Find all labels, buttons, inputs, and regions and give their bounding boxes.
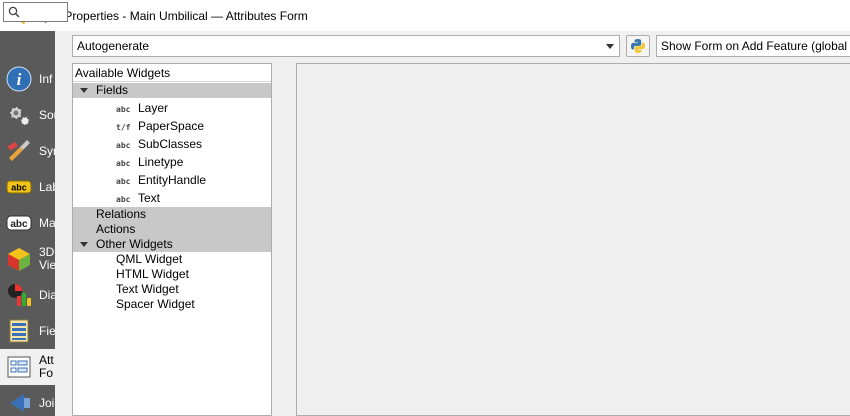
field-label: SubClasses bbox=[138, 137, 203, 151]
form-preview-area bbox=[296, 63, 850, 416]
expand-arrow-icon[interactable] bbox=[80, 88, 88, 93]
masks-icon: abc bbox=[6, 210, 32, 236]
field-item[interactable]: abc Layer bbox=[73, 101, 271, 116]
sidebar-item-label: Joi bbox=[39, 395, 55, 410]
form-layout-value: Autogenerate bbox=[77, 39, 150, 53]
string-type-icon: abc bbox=[116, 195, 131, 204]
widget-label: Text Widget bbox=[116, 282, 179, 296]
attributes-form-icon bbox=[6, 354, 32, 380]
sidebar-item-label: Att Fo bbox=[39, 353, 54, 380]
svg-text:abc: abc bbox=[10, 219, 28, 230]
group-label: Actions bbox=[96, 222, 136, 236]
properties-sidebar: i Inf Sou Sym abc Lab abc Ma 3D Vie bbox=[0, 31, 55, 416]
sidebar-item-information[interactable]: i Inf bbox=[0, 61, 55, 97]
field-label: Linetype bbox=[138, 155, 184, 169]
available-widgets-tree[interactable]: Available Widgets Fields abc Layer t/f P… bbox=[72, 63, 272, 416]
symbology-brush-icon bbox=[6, 138, 32, 164]
widget-item-spacer[interactable]: Spacer Widget bbox=[73, 297, 271, 312]
sidebar-item-label: Sym bbox=[39, 143, 55, 158]
sidebar-item-label: Sou bbox=[39, 107, 55, 122]
string-type-icon: abc bbox=[116, 159, 131, 168]
tree-group-actions[interactable]: Actions bbox=[73, 222, 271, 237]
3d-view-cube-icon bbox=[6, 246, 32, 272]
sidebar-item-label: Fie bbox=[39, 323, 55, 338]
field-label: EntityHandle bbox=[138, 173, 207, 187]
field-label: PaperSpace bbox=[138, 119, 205, 133]
sidebar-item-attributes-form[interactable]: Att Fo bbox=[0, 349, 55, 385]
sidebar-item-fields[interactable]: Fie bbox=[0, 313, 55, 349]
group-label: Relations bbox=[96, 207, 147, 221]
joins-icon bbox=[6, 390, 32, 416]
field-item[interactable]: abc SubClasses bbox=[73, 137, 271, 152]
string-type-icon: abc bbox=[116, 141, 131, 150]
tree-header: Available Widgets bbox=[73, 64, 271, 82]
widget-item-qml[interactable]: QML Widget bbox=[73, 252, 271, 267]
svg-text:i: i bbox=[17, 70, 22, 89]
title-bar: Layer Properties - Main Umbilical — Attr… bbox=[0, 0, 850, 31]
expand-arrow-icon[interactable] bbox=[80, 242, 88, 247]
widget-label: HTML Widget bbox=[116, 267, 189, 281]
string-type-icon: abc bbox=[116, 177, 131, 186]
field-item[interactable]: abc Text bbox=[73, 191, 271, 206]
sidebar-item-symbology[interactable]: Sym bbox=[0, 133, 55, 169]
sidebar-item-joins[interactable]: Joi bbox=[0, 385, 55, 416]
sidebar-item-source[interactable]: Sou bbox=[0, 97, 55, 133]
source-settings-icon bbox=[6, 102, 32, 128]
field-item[interactable]: abc EntityHandle bbox=[73, 173, 271, 188]
widget-item-html[interactable]: HTML Widget bbox=[73, 267, 271, 282]
sidebar-item-label: Ma bbox=[39, 215, 55, 230]
sidebar-item-3d-view[interactable]: 3D Vie bbox=[0, 241, 55, 277]
boolean-type-icon: t/f bbox=[116, 123, 131, 132]
field-item[interactable]: abc Linetype bbox=[73, 155, 271, 170]
tree-group-relations[interactable]: Relations bbox=[73, 207, 271, 222]
python-init-button[interactable] bbox=[626, 35, 650, 57]
field-label: Layer bbox=[138, 101, 169, 115]
sidebar-item-masks[interactable]: abc Ma bbox=[0, 205, 55, 241]
tree-group-other-widgets[interactable]: Other Widgets bbox=[73, 237, 271, 252]
svg-text:abc: abc bbox=[11, 183, 27, 193]
sidebar-item-label: Dia bbox=[39, 287, 55, 302]
search-icon bbox=[8, 6, 20, 18]
widget-label: QML Widget bbox=[116, 252, 183, 266]
widget-item-text[interactable]: Text Widget bbox=[73, 282, 271, 297]
show-form-on-add-value: Show Form on Add Feature (global setti bbox=[661, 39, 850, 53]
chevron-down-icon bbox=[606, 44, 614, 49]
sidebar-item-label: Lab bbox=[39, 179, 55, 194]
field-item[interactable]: t/f PaperSpace bbox=[73, 119, 271, 134]
sidebar-item-label: 3D Vie bbox=[39, 245, 55, 272]
string-type-icon: abc bbox=[116, 105, 131, 114]
fields-icon bbox=[6, 318, 32, 344]
sidebar-item-diagrams[interactable]: Dia bbox=[0, 277, 55, 313]
group-label: Fields bbox=[96, 83, 129, 97]
information-icon: i bbox=[6, 66, 32, 92]
field-label: Text bbox=[138, 191, 161, 205]
group-label: Other Widgets bbox=[96, 237, 173, 251]
python-icon bbox=[631, 39, 645, 53]
sidebar-search-input[interactable] bbox=[3, 2, 68, 22]
tree-group-fields[interactable]: Fields bbox=[73, 83, 271, 98]
form-layout-select[interactable]: Autogenerate bbox=[72, 35, 620, 57]
sidebar-item-labels[interactable]: abc Lab bbox=[0, 169, 55, 205]
widget-label: Spacer Widget bbox=[116, 297, 195, 311]
diagrams-icon bbox=[6, 282, 32, 308]
labels-icon: abc bbox=[6, 174, 32, 200]
show-form-on-add-select[interactable]: Show Form on Add Feature (global setti bbox=[656, 35, 850, 57]
window-title: Layer Properties - Main Umbilical — Attr… bbox=[31, 8, 308, 23]
sidebar-item-label: Inf bbox=[39, 71, 53, 86]
